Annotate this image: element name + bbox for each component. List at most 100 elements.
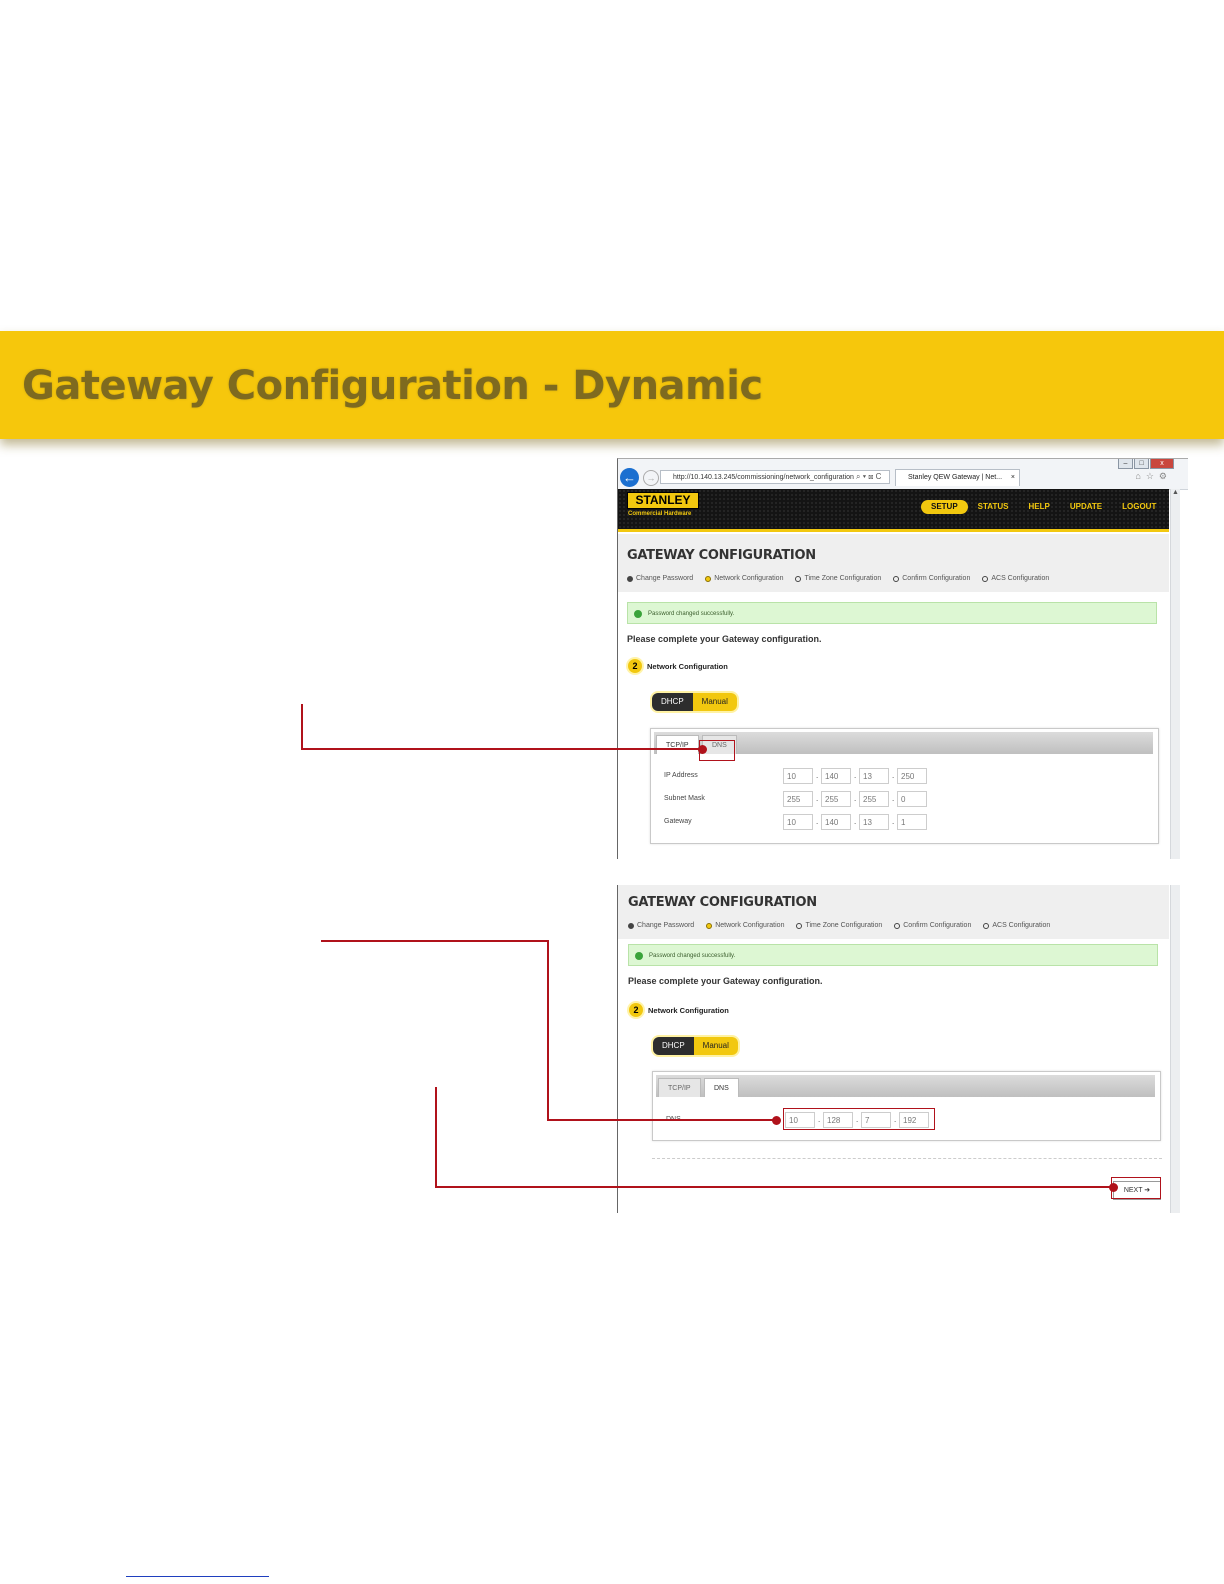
scroll-up-icon[interactable]: ▲ xyxy=(1171,489,1180,496)
gateway-octet-2[interactable]: 140 xyxy=(821,814,851,830)
logo-subtitle: Commercial Hardware xyxy=(628,511,692,517)
step-confirm: Confirm Configuration xyxy=(893,575,970,582)
forward-arrow-icon[interactable]: → xyxy=(643,470,659,486)
octet-dot: . xyxy=(854,817,857,826)
ip-row: IP Address 10 . 140 . 13 . 250 xyxy=(664,768,1144,786)
success-text: Password changed successfully. xyxy=(648,611,735,617)
mask-octet-1[interactable]: 255 xyxy=(783,791,813,807)
step-change-password: Change Password xyxy=(628,922,694,929)
tab-tcpip[interactable]: TCP/IP xyxy=(656,735,699,754)
success-alert: Password changed successfully. xyxy=(628,944,1158,966)
footer-link-underline[interactable] xyxy=(126,1576,269,1577)
nav-help[interactable]: HELP xyxy=(1018,500,1059,514)
browser-toolbar-icons[interactable]: ⌂☆⚙ xyxy=(1135,471,1172,482)
gateway-label: Gateway xyxy=(664,818,692,825)
callout-pin xyxy=(772,1116,781,1125)
check-icon xyxy=(628,922,634,929)
address-bar-icons[interactable]: ⌕ ▾ ⊠ C xyxy=(856,470,881,484)
dhcp-button[interactable]: DHCP xyxy=(652,693,693,711)
mask-octet-4[interactable]: 0 xyxy=(897,791,927,807)
octet-dot: . xyxy=(816,771,819,780)
intro-text: Please complete your Gateway configurati… xyxy=(628,976,823,986)
success-check-icon xyxy=(634,610,642,618)
wizard-steps: Change Password Network Configuration Ti… xyxy=(627,575,1049,582)
callout-line xyxy=(435,1087,437,1188)
success-text: Password changed successfully. xyxy=(649,953,736,959)
mask-octet-3[interactable]: 255 xyxy=(859,791,889,807)
tab-tcpip[interactable]: TCP/IP xyxy=(658,1078,701,1097)
current-step-icon xyxy=(706,922,713,929)
mask-label: Subnet Mask xyxy=(664,795,705,802)
manual-button[interactable]: Manual xyxy=(693,1037,738,1055)
nav-setup[interactable]: SETUP xyxy=(921,500,968,514)
title-bar xyxy=(618,534,1169,592)
step-confirm: Confirm Configuration xyxy=(894,922,971,929)
callout-line xyxy=(301,748,702,750)
screenshot-dns: GATEWAY CONFIGURATION Change Password Ne… xyxy=(617,885,1188,1213)
next-button-highlight xyxy=(1111,1177,1161,1199)
section-heading: 2 Network Configuration xyxy=(629,1003,729,1017)
pending-step-icon xyxy=(893,575,900,582)
check-icon xyxy=(627,575,633,582)
ip-octet-2[interactable]: 140 xyxy=(821,768,851,784)
browser-tab[interactable]: Stanley QEW Gateway | Net... × xyxy=(895,469,1020,486)
octet-dot: . xyxy=(854,794,857,803)
title-bar xyxy=(618,885,1169,939)
minimize-icon[interactable]: – xyxy=(1118,459,1133,469)
back-arrow-icon[interactable]: ← xyxy=(620,468,639,487)
pending-step-icon xyxy=(796,922,803,929)
mode-toggle: DHCP Manual xyxy=(652,693,737,711)
browser-chrome: ← → http://10.140.13.245/commissioning/n… xyxy=(618,459,1188,490)
step-network: Network Configuration xyxy=(706,922,784,929)
step-timezone: Time Zone Configuration xyxy=(795,575,881,582)
stanley-logo: STANLEY xyxy=(627,492,699,509)
success-alert: Password changed successfully. xyxy=(627,602,1157,624)
success-check-icon xyxy=(635,952,643,960)
screenshot-tcpip: ← → http://10.140.13.245/commissioning/n… xyxy=(617,458,1188,859)
gateway-octet-3[interactable]: 13 xyxy=(859,814,889,830)
ip-octet-1[interactable]: 10 xyxy=(783,768,813,784)
tab-dns[interactable]: DNS xyxy=(704,1078,739,1097)
ip-octet-3[interactable]: 13 xyxy=(859,768,889,784)
octet-dot: . xyxy=(892,817,895,826)
manual-button[interactable]: Manual xyxy=(692,693,737,711)
step-timezone: Time Zone Configuration xyxy=(796,922,882,929)
dns-field-highlight xyxy=(783,1108,935,1130)
scrollbar[interactable] xyxy=(1170,885,1180,1213)
close-window-icon[interactable]: x xyxy=(1150,459,1174,469)
scrollbar[interactable]: ▲ xyxy=(1170,489,1180,859)
pending-step-icon xyxy=(983,922,990,929)
dhcp-button[interactable]: DHCP xyxy=(653,1037,694,1055)
step-number-badge: 2 xyxy=(628,659,642,673)
callout-line xyxy=(547,1119,777,1121)
step-acs: ACS Configuration xyxy=(982,575,1049,582)
gateway-octet-4[interactable]: 1 xyxy=(897,814,927,830)
mode-toggle: DHCP Manual xyxy=(653,1037,738,1055)
browser-tab-title: Stanley QEW Gateway | Net... xyxy=(908,474,1003,481)
ip-octet-4[interactable]: 250 xyxy=(897,768,927,784)
nav-status[interactable]: STATUS xyxy=(968,500,1019,514)
app-header: STANLEY Commercial Hardware SETUP STATUS… xyxy=(618,489,1169,532)
main-nav: SETUP STATUS HELP UPDATE LOGOUT xyxy=(921,500,1166,514)
section-heading: 2 Network Configuration xyxy=(628,659,728,673)
octet-dot: . xyxy=(816,817,819,826)
slide-title: Gateway Configuration - Dynamic xyxy=(22,363,763,409)
mask-octet-2[interactable]: 255 xyxy=(821,791,851,807)
nav-update[interactable]: UPDATE xyxy=(1060,500,1112,514)
callout-line xyxy=(301,704,303,750)
callout-line xyxy=(435,1186,1115,1188)
maximize-icon[interactable]: □ xyxy=(1134,459,1149,469)
nav-logout[interactable]: LOGOUT xyxy=(1112,500,1166,514)
step-change-password: Change Password xyxy=(627,575,693,582)
gateway-octet-1[interactable]: 10 xyxy=(783,814,813,830)
pending-step-icon xyxy=(894,922,901,929)
step-acs: ACS Configuration xyxy=(983,922,1050,929)
ip-label: IP Address xyxy=(664,772,698,779)
page-title: GATEWAY CONFIGURATION xyxy=(628,895,817,910)
octet-dot: . xyxy=(892,771,895,780)
callout-line xyxy=(547,940,549,1121)
window-controls: – □ x xyxy=(1118,459,1174,469)
callout-pin xyxy=(1109,1183,1118,1192)
close-tab-icon[interactable]: × xyxy=(1011,470,1015,486)
gateway-row: Gateway 10 . 140 . 13 . 1 xyxy=(664,814,1144,832)
